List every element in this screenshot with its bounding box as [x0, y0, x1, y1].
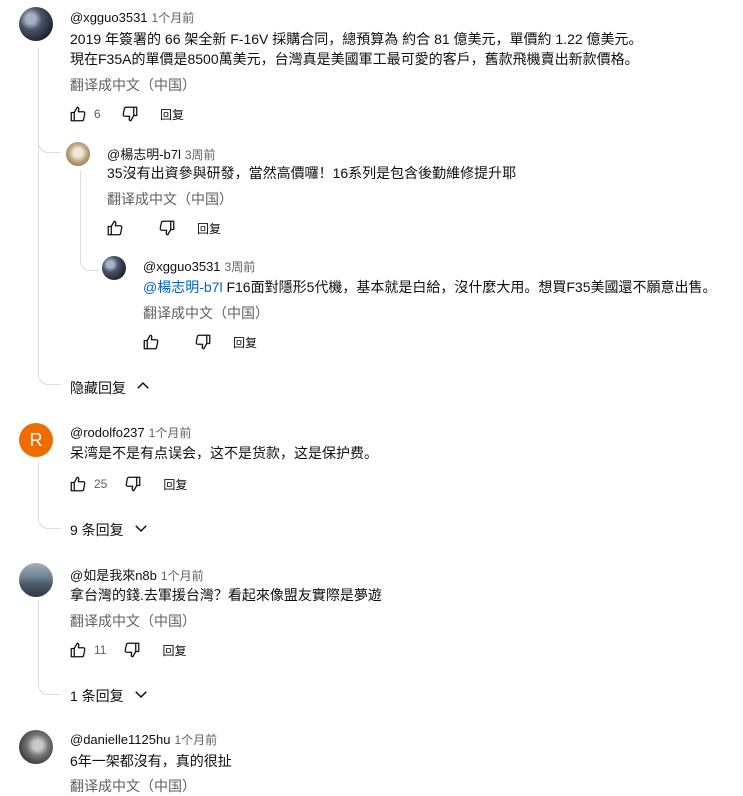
author-handle[interactable]: @danielle1125hu [70, 732, 170, 747]
comment-actions: 6 回复 [69, 104, 184, 124]
comment-body: F16面對隱形5代機，基本就是白給，沒什麼大用。想買F35美國還不願意出售。 [222, 279, 717, 295]
thumb-up-icon[interactable] [69, 641, 87, 659]
translate-link[interactable]: 翻译成中文（中国） [70, 611, 196, 631]
comment-actions: 回复 [142, 332, 257, 352]
avatar[interactable]: R [19, 423, 53, 457]
comment-text: 呆湾是不是有点误会，这不是货款，这是保护费。 [70, 445, 378, 461]
comment-text: 拿台灣的錢.去軍援台灣？看起來像盟友實際是夢遊 [70, 587, 382, 603]
comment-author[interactable]: @xgguo3531 1个月前 [70, 9, 194, 26]
comment-text: 35沒有出資參與研發，當然高價囉！16系列是包含後勤維修提升耶 [107, 165, 517, 181]
comment-time[interactable]: 3周前 [185, 148, 216, 162]
translate-link[interactable]: 翻译成中文（中国） [70, 75, 196, 95]
author-handle[interactable]: @rodolfo237 [70, 425, 145, 440]
show-replies-label: 9 条回复 [70, 521, 124, 538]
author-handle[interactable]: @楊志明-b7l [107, 147, 181, 162]
comment-author[interactable]: @如是我來n8b 1个月前 [70, 565, 204, 584]
comment-text: 現在F35A的單價是8500萬美元，台灣真是美國軍工最可愛的客戶，舊款飛機賣出新… [70, 51, 639, 67]
comment-text: 2019 年簽署的 66 架全新 F-16V 採購合同，總預算為 約合 81 億… [70, 31, 643, 47]
thumb-down-icon[interactable] [124, 475, 142, 493]
reply-button[interactable]: 回复 [162, 642, 186, 659]
hide-replies-button[interactable]: 隐藏回复 [70, 377, 152, 398]
thumb-down-icon[interactable] [123, 641, 141, 659]
author-handle[interactable]: @xgguo3531 [70, 10, 148, 25]
avatar[interactable] [19, 563, 53, 597]
comment-actions: 25 回复 [69, 474, 187, 494]
comment-time[interactable]: 1个月前 [152, 11, 195, 25]
comment-time[interactable]: 3周前 [225, 260, 256, 274]
avatar[interactable] [102, 256, 126, 280]
reply-button[interactable]: 回复 [197, 220, 221, 237]
like-count: 11 [94, 643, 107, 657]
comment-actions: 回复 [106, 218, 221, 238]
thread-line [38, 48, 39, 376]
comment-time[interactable]: 1个月前 [149, 426, 192, 440]
reply-button[interactable]: 回复 [160, 106, 184, 123]
thumb-down-icon[interactable] [121, 105, 139, 123]
thumb-up-icon[interactable] [69, 105, 87, 123]
author-handle[interactable]: @xgguo3531 [143, 259, 221, 274]
comment-actions: 11 回复 [69, 640, 186, 660]
show-replies-label: 1 条回复 [70, 687, 124, 704]
comment-text: @楊志明-b7l F16面對隱形5代機，基本就是白給，沒什麼大用。想買F35美國… [143, 277, 717, 297]
translate-link[interactable]: 翻译成中文（中国） [143, 303, 269, 323]
avatar-letter: R [29, 429, 43, 450]
thread-connector [38, 494, 61, 529]
comment-author[interactable]: @danielle1125hu 1个月前 [70, 731, 217, 748]
mention-link[interactable]: @楊志明-b7l [143, 279, 223, 295]
translate-link[interactable]: 翻译成中文（中国） [107, 189, 233, 209]
thread-line [38, 600, 39, 662]
author-handle[interactable]: @如是我來n8b [70, 568, 157, 583]
hide-replies-label: 隐藏回复 [70, 379, 126, 396]
thread-line [80, 170, 81, 250]
thread-connector [80, 244, 99, 271]
thumb-down-icon[interactable] [158, 219, 176, 237]
like-count: 6 [94, 107, 101, 121]
chevron-down-icon [124, 519, 150, 540]
thread-connector [38, 356, 61, 385]
like-count: 25 [94, 477, 108, 491]
avatar[interactable] [19, 7, 53, 41]
reply-button[interactable]: 回复 [163, 476, 187, 493]
reply-button[interactable]: 回复 [233, 334, 257, 351]
thread-connector [38, 126, 61, 153]
comment-author[interactable]: @rodolfo237 1个月前 [70, 424, 191, 441]
comment-time[interactable]: 1个月前 [174, 733, 217, 747]
thumb-down-icon[interactable] [194, 333, 212, 351]
chevron-up-icon [126, 377, 152, 398]
show-replies-button[interactable]: 1 条回复 [70, 685, 150, 706]
comment-text: 6年一架都沒有，真的很扯 [70, 753, 232, 769]
avatar[interactable] [19, 730, 53, 764]
thread-connector [38, 660, 61, 695]
thumb-up-icon[interactable] [69, 475, 87, 493]
comment-author[interactable]: @xgguo3531 3周前 [143, 258, 255, 275]
show-replies-button[interactable]: 9 条回复 [70, 519, 150, 540]
avatar[interactable] [66, 142, 90, 166]
comment-author[interactable]: @楊志明-b7l 3周前 [107, 144, 216, 163]
thumb-up-icon[interactable] [106, 219, 124, 237]
chevron-down-icon [124, 685, 150, 706]
comment-time[interactable]: 1个月前 [161, 569, 204, 583]
thumb-up-icon[interactable] [142, 333, 160, 351]
translate-link[interactable]: 翻译成中文（中国） [70, 776, 196, 796]
